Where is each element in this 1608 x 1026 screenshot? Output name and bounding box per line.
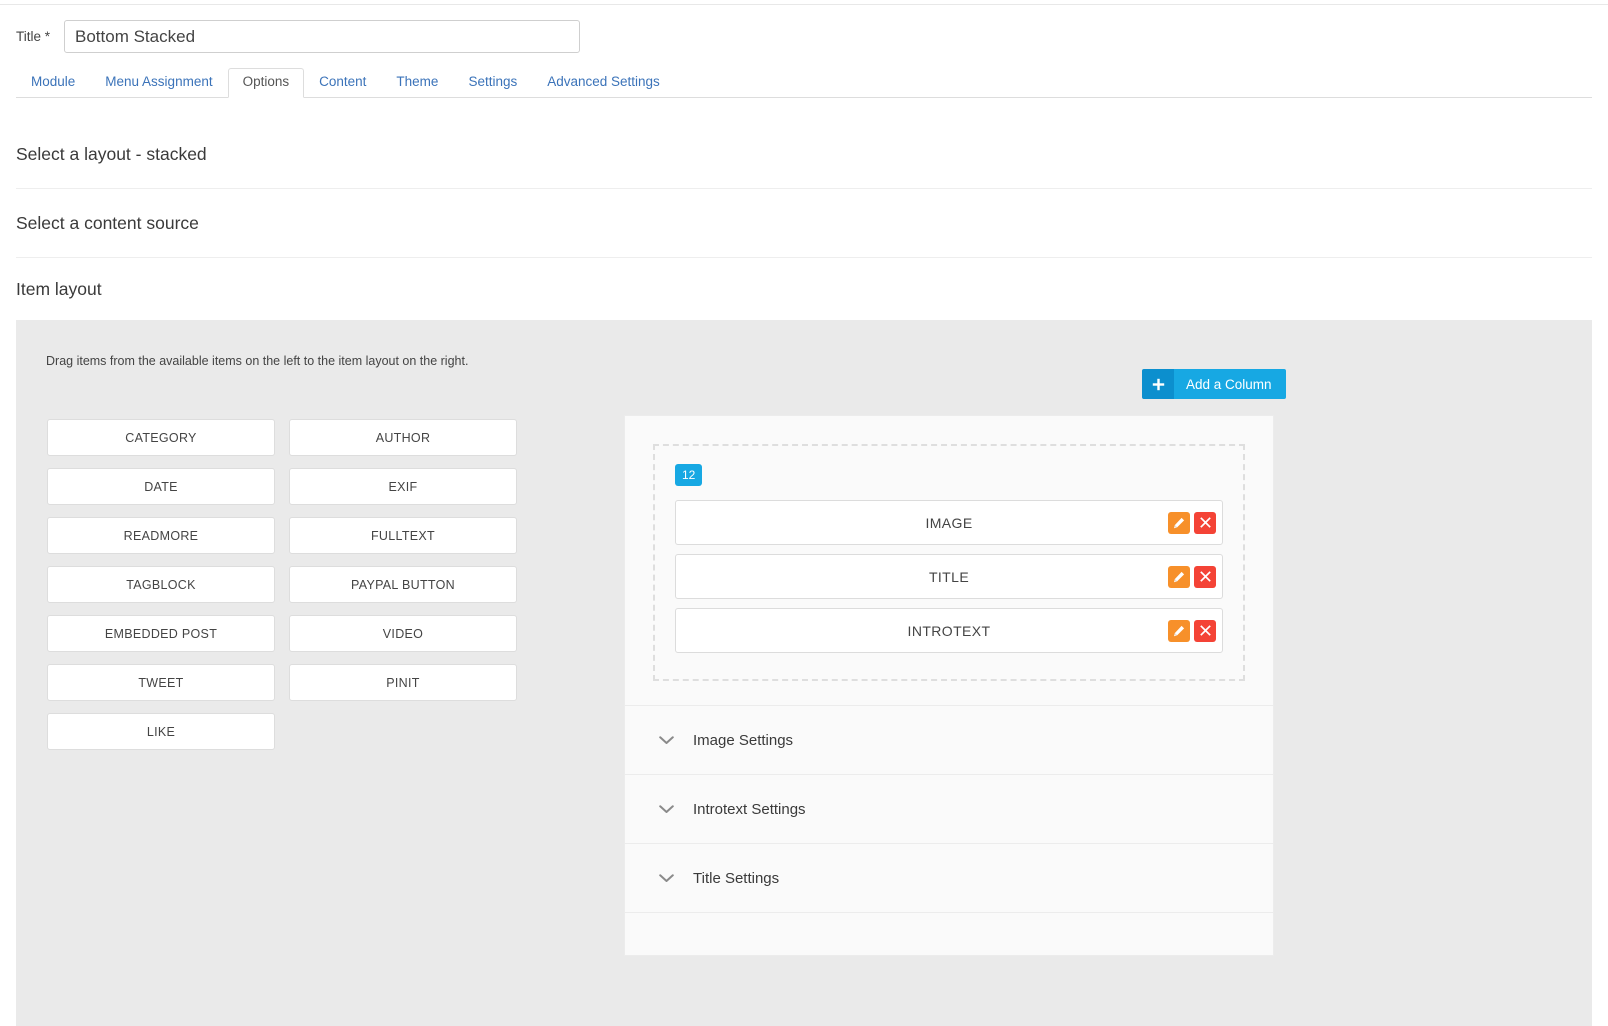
accordion-item-title-settings[interactable]: Title Settings: [625, 844, 1273, 913]
accordion-item-image-settings[interactable]: Image Settings: [625, 706, 1273, 775]
tab-options[interactable]: Options: [227, 68, 305, 98]
tab-settings[interactable]: Settings: [453, 68, 532, 98]
section-select-content-source: Select a content source: [16, 189, 1592, 258]
pencil-icon[interactable]: [1168, 565, 1190, 588]
add-column-label: Add a Column: [1174, 369, 1286, 399]
available-item-tweet[interactable]: TWEET: [47, 664, 275, 701]
layout-item-label: IMAGE: [925, 514, 973, 531]
item-layout-panel: 12 IMAGE TITLE INTROTEXT Image Settings …: [624, 415, 1274, 956]
column-width-badge[interactable]: 12: [675, 464, 703, 486]
column-dropzone[interactable]: 12 IMAGE TITLE INTROTEXT: [653, 444, 1245, 681]
tab-advanced-settings[interactable]: Advanced Settings: [532, 68, 675, 98]
available-item-author[interactable]: AUTHOR: [289, 419, 517, 456]
accordion-item-label: Image Settings: [693, 731, 794, 749]
settings-accordion: Image Settings Introtext Settings Title …: [625, 705, 1273, 955]
available-item-like[interactable]: LIKE: [47, 713, 275, 750]
available-item-pinit[interactable]: PINIT: [289, 664, 517, 701]
tab-content[interactable]: Content: [304, 68, 381, 98]
layout-builder: Drag items from the available items on t…: [16, 320, 1592, 1026]
layout-item-image[interactable]: IMAGE: [675, 500, 1223, 545]
title-row: Title *: [16, 20, 581, 53]
drag-hint-text: Drag items from the available items on t…: [46, 354, 469, 368]
section-item-layout-title: Item layout: [16, 278, 102, 299]
title-label: Title *: [16, 29, 51, 44]
layout-item-label: TITLE: [928, 568, 970, 585]
tab-theme[interactable]: Theme: [381, 68, 453, 98]
layout-item-title[interactable]: TITLE: [675, 554, 1223, 599]
section-select-layout-title: Select a layout - stacked: [16, 143, 207, 164]
available-item-paypal-button[interactable]: PAYPAL BUTTON: [289, 566, 517, 603]
accordion-item-introtext-settings[interactable]: Introtext Settings: [625, 775, 1273, 844]
available-item-category[interactable]: CATEGORY: [47, 419, 275, 456]
pencil-icon[interactable]: [1168, 511, 1190, 534]
top-divider: [0, 0, 1608, 5]
available-item-tagblock[interactable]: TAGBLOCK: [47, 566, 275, 603]
section-select-content-source-title: Select a content source: [16, 212, 199, 233]
close-icon[interactable]: [1194, 619, 1216, 642]
item-actions: [1168, 619, 1216, 642]
available-item-fulltext[interactable]: FULLTEXT: [289, 517, 517, 554]
accordion-item-label: Title Settings: [693, 869, 780, 887]
plus-icon: [1142, 369, 1174, 399]
title-input[interactable]: [64, 20, 581, 53]
accordion-item-label: Introtext Settings: [693, 800, 806, 818]
item-actions: [1168, 511, 1216, 534]
chevron-down-icon: [655, 873, 677, 883]
available-item-embedded-post[interactable]: EMBEDDED POST: [47, 615, 275, 652]
chevron-down-icon: [655, 804, 677, 814]
available-item-date[interactable]: DATE: [47, 468, 275, 505]
close-icon[interactable]: [1194, 511, 1216, 534]
available-items-list: CATEGORY AUTHOR DATE EXIF READMORE FULLT…: [47, 419, 537, 762]
add-column-button[interactable]: Add a Column: [1142, 369, 1286, 399]
section-select-layout: Select a layout - stacked: [16, 120, 1592, 189]
tab-menu-assignment[interactable]: Menu Assignment: [90, 68, 227, 98]
tab-module[interactable]: Module: [16, 68, 90, 98]
section-item-layout: Item layout: [16, 258, 1592, 320]
close-icon[interactable]: [1194, 565, 1216, 588]
item-actions: [1168, 565, 1216, 588]
available-item-exif[interactable]: EXIF: [289, 468, 517, 505]
page-root: Title * Module Menu Assignment Options C…: [0, 0, 1608, 1026]
accordion-footer: [625, 913, 1273, 955]
available-item-video[interactable]: VIDEO: [289, 615, 517, 652]
available-item-readmore[interactable]: READMORE: [47, 517, 275, 554]
chevron-down-icon: [655, 735, 677, 745]
layout-item-label: INTROTEXT: [907, 622, 991, 639]
layout-item-introtext[interactable]: INTROTEXT: [675, 608, 1223, 653]
pencil-icon[interactable]: [1168, 619, 1190, 642]
tab-bar: Module Menu Assignment Options Content T…: [16, 68, 1592, 98]
